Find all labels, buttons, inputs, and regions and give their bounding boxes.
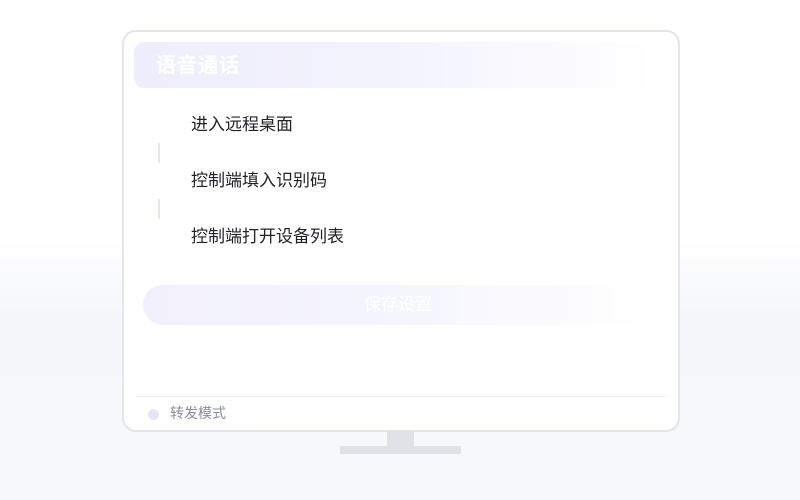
forward-mode-option[interactable]: 转发模式 (148, 404, 226, 424)
forward-mode-label: 转发模式 (170, 406, 226, 422)
step-connector (158, 143, 160, 163)
monitor-stand-neck (387, 430, 414, 447)
step-item-enter-remote-desktop: 进入远程桌面 (191, 115, 293, 135)
step-list: 进入远程桌面 控制端填入识别码 控制端打开设备列表 (124, 32, 678, 430)
footer-divider (136, 396, 666, 397)
monitor-screen: 语音通话 进入远程桌面 控制端填入识别码 控制端打开设备列表 保存设置 转发模式 (122, 30, 680, 432)
step-item-enter-code: 控制端填入识别码 (191, 171, 327, 191)
step-item-open-device-list: 控制端打开设备列表 (191, 227, 344, 247)
save-settings-button[interactable]: 保存设置 (143, 285, 653, 325)
step-connector (158, 199, 160, 219)
radio-dot-icon[interactable] (148, 408, 159, 420)
monitor-stand-base (340, 446, 461, 454)
